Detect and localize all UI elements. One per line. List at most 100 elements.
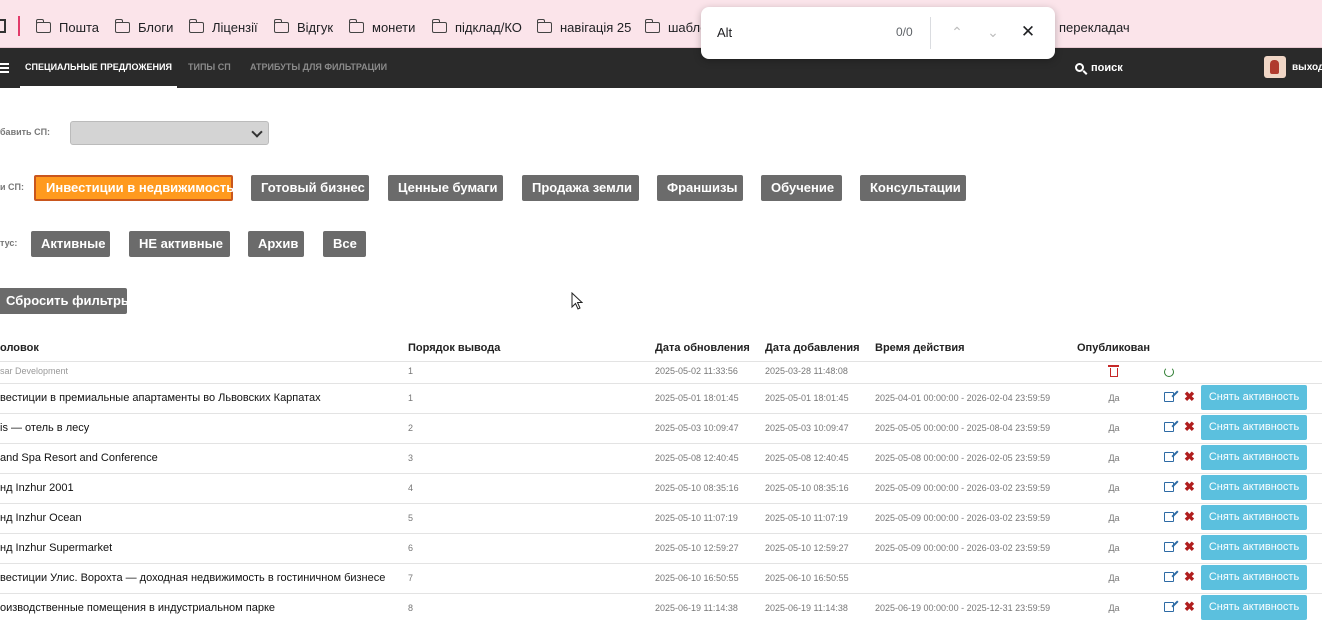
row-updated: 2025-05-10 12:59:27 [655, 543, 739, 553]
edit-icon[interactable] [1164, 392, 1174, 402]
type-button-franchises[interactable]: Франшизы [657, 175, 743, 201]
find-previous-button[interactable]: ⌃ [945, 20, 969, 44]
row-title[interactable]: вестиции Улис. Ворохта — доходная недвиж… [0, 563, 385, 593]
column-header-order[interactable]: Порядок вывода [408, 342, 500, 354]
bookmark-item[interactable]: Відгук [273, 18, 333, 36]
type-button-securities[interactable]: Ценные бумаги [388, 175, 503, 201]
reset-filters-button[interactable]: Сбросить фильтры [0, 288, 132, 314]
row-order: 1 [408, 366, 414, 376]
status-button-inactive[interactable]: НЕ активные [129, 231, 230, 257]
add-offer-select[interactable] [70, 121, 269, 145]
row-title[interactable]: нд Inzhur Ocean [0, 503, 82, 533]
apps-icon[interactable] [0, 19, 6, 33]
bookmark-item[interactable]: навігація 25 [536, 18, 631, 36]
row-title[interactable]: нд Inzhur Supermarket [0, 533, 112, 563]
delete-icon[interactable]: ✖ [1184, 540, 1195, 553]
row-title[interactable]: оизводственные помещения в индустриально… [0, 593, 275, 623]
row-title[interactable]: нд Inzhur 2001 [0, 473, 74, 503]
status-button-active[interactable]: Активные [31, 231, 110, 257]
deactivate-button[interactable]: Снять активность [1201, 595, 1307, 620]
row-updated: 2025-06-10 16:50:55 [655, 573, 739, 583]
tab-special-offers[interactable]: СПЕЦИАЛЬНЫЕ ПРЕДЛОЖЕНИЯ [20, 48, 177, 88]
table-row: нд Inzhur 2001 4 2025-05-10 08:35:16 202… [0, 473, 1322, 503]
bookmark-item[interactable]: шабло [644, 18, 707, 36]
logout-button[interactable]: выход [1292, 48, 1322, 88]
type-button-land[interactable]: Продажа земли [522, 175, 639, 201]
row-title[interactable]: вестиции в премиальные апартаменты во Ль… [0, 383, 321, 413]
deactivate-button[interactable]: Снять активность [1201, 535, 1307, 560]
delete-icon[interactable]: ✖ [1184, 600, 1195, 613]
type-button-real-estate[interactable]: Инвестиции в недвижимость [34, 175, 234, 201]
bookmark-item[interactable]: перекладач [1059, 18, 1130, 36]
deactivate-button[interactable]: Снять активность [1201, 505, 1307, 530]
deactivate-button[interactable]: Снять активность [1201, 475, 1307, 500]
edit-icon[interactable] [1164, 482, 1174, 492]
add-offer-label: бавить СП: [0, 127, 51, 137]
row-added: 2025-05-10 11:07:19 [765, 513, 848, 523]
table-row: sar Development 1 2025-05-02 11:33:56 20… [0, 356, 1322, 386]
row-added: 2025-03-28 11:48:08 [765, 366, 848, 376]
tab-offer-types[interactable]: ТИПЫ СП [188, 48, 231, 88]
row-added: 2025-06-19 11:14:38 [765, 603, 848, 613]
find-input[interactable] [717, 22, 877, 42]
avatar[interactable] [1264, 56, 1286, 78]
tab-filter-attributes[interactable]: АТРИБУТЫ ДЛЯ ФИЛЬТРАЦИИ [250, 48, 387, 88]
status-button-all[interactable]: Все [323, 231, 366, 257]
delete-icon[interactable]: ✖ [1184, 390, 1195, 403]
row-published: Да [1108, 453, 1120, 463]
mouse-cursor-icon [571, 292, 583, 310]
bookmarks-bar: Пошта Блоги Ліцензії Відгук монети підкл… [0, 0, 1322, 48]
row-title[interactable]: is — отель в лесу [0, 413, 89, 443]
bookmark-item[interactable]: Ліцензії [188, 18, 258, 36]
offer-type-label: и СП: [0, 182, 24, 192]
close-icon: ✕ [1020, 22, 1036, 41]
type-button-business[interactable]: Готовый бизнес [251, 175, 369, 201]
row-updated: 2025-05-03 10:09:47 [655, 423, 739, 433]
trash-icon[interactable] [1108, 365, 1119, 377]
find-close-button[interactable]: ✕ [1016, 20, 1040, 44]
hamburger-menu-icon[interactable] [0, 63, 9, 73]
bookmark-item[interactable]: Блоги [114, 18, 173, 36]
row-period: 2025-06-19 00:00:00 - 2025-12-31 23:59:5… [875, 603, 1051, 613]
row-updated: 2025-05-01 18:01:45 [655, 393, 739, 403]
table-row: вестиции в премиальные апартаменты во Ль… [0, 383, 1322, 413]
deactivate-button[interactable]: Снять активность [1201, 445, 1307, 470]
column-header-updated[interactable]: Дата обновления [655, 342, 750, 354]
deactivate-button[interactable]: Снять активность [1201, 385, 1307, 410]
row-period: 2025-05-09 00:00:00 - 2026-03-02 23:59:5… [875, 543, 1051, 553]
bookmark-item[interactable]: монети [348, 18, 415, 36]
row-period: 2025-05-09 00:00:00 - 2026-03-02 23:59:5… [875, 513, 1051, 523]
edit-icon[interactable] [1164, 572, 1174, 582]
column-header-published[interactable]: Опубликован [1077, 342, 1150, 354]
table-row: нд Inzhur Supermarket 6 2025-05-10 12:59… [0, 533, 1322, 563]
restore-icon[interactable] [1164, 367, 1174, 377]
deactivate-button[interactable]: Снять активность [1201, 565, 1307, 590]
row-title[interactable]: and Spa Resort and Conference [0, 443, 158, 473]
type-button-consulting[interactable]: Консультации [860, 175, 966, 201]
edit-icon[interactable] [1164, 452, 1174, 462]
bookmark-item[interactable]: Пошта [35, 18, 99, 36]
delete-icon[interactable]: ✖ [1184, 570, 1195, 583]
find-match-count: 0/0 [896, 25, 913, 39]
deactivate-button[interactable]: Снять активность [1201, 415, 1307, 440]
row-title[interactable]: sar Development [0, 356, 68, 386]
column-header-title[interactable]: оловок [0, 342, 39, 354]
delete-icon[interactable]: ✖ [1184, 480, 1195, 493]
table-row: and Spa Resort and Conference 3 2025-05-… [0, 443, 1322, 473]
type-button-education[interactable]: Обучение [761, 175, 842, 201]
column-header-period[interactable]: Время действия [875, 342, 965, 354]
bookmark-item[interactable]: підклад/КО [431, 18, 522, 36]
find-next-button[interactable]: ⌄ [981, 20, 1005, 44]
delete-icon[interactable]: ✖ [1184, 510, 1195, 523]
status-button-archive[interactable]: Архив [248, 231, 304, 257]
folder-icon [536, 18, 552, 33]
delete-icon[interactable]: ✖ [1184, 450, 1195, 463]
row-published: Да [1108, 573, 1120, 583]
edit-icon[interactable] [1164, 422, 1174, 432]
edit-icon[interactable] [1164, 602, 1174, 612]
column-header-added[interactable]: Дата добавления [765, 342, 860, 354]
edit-icon[interactable] [1164, 542, 1174, 552]
nav-search-button[interactable]: поиск [1075, 48, 1123, 88]
delete-icon[interactable]: ✖ [1184, 420, 1195, 433]
edit-icon[interactable] [1164, 512, 1174, 522]
